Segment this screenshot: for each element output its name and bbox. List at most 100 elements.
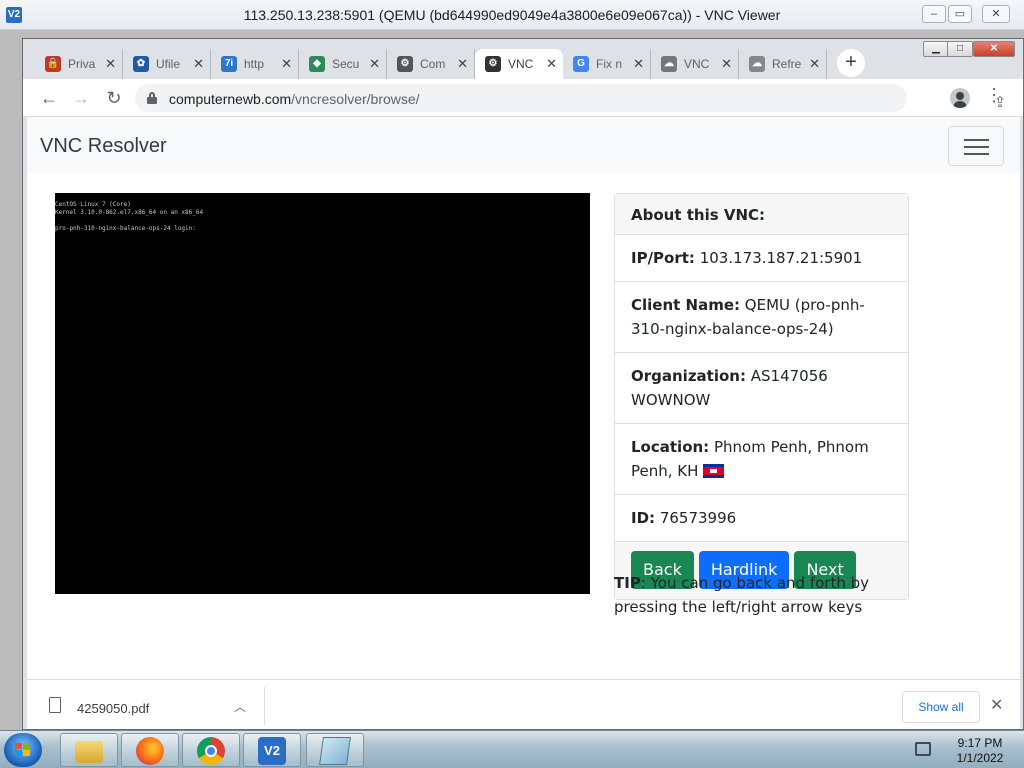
id-value: 76573996 xyxy=(659,509,737,527)
tab-close-icon[interactable]: ✕ xyxy=(457,56,468,72)
ip-port-label: IP/Port: xyxy=(631,249,695,267)
firefox-icon xyxy=(136,737,164,765)
clock-time[interactable]: 9:17 PM xyxy=(940,736,1020,750)
tab-label: Com xyxy=(420,57,446,71)
chevron-up-icon[interactable]: ︿ xyxy=(234,698,246,715)
card-header: About this VNC: xyxy=(615,194,908,235)
site-brand[interactable]: VNC Resolver xyxy=(40,135,167,158)
tab-7[interactable]: ☁ VNC ✕ xyxy=(651,49,739,79)
site-navbar: VNC Resolver xyxy=(27,117,1020,173)
terminal-line: Kernel 3.10.0-862.el7.x86_64 on an x86_6… xyxy=(55,209,204,216)
taskbar-chrome[interactable] xyxy=(182,733,240,767)
new-tab-button[interactable]: + xyxy=(837,49,865,77)
chrome-close-icon[interactable]: ✕ xyxy=(973,41,1015,57)
tip-text: TIP: You can go back and forth by pressi… xyxy=(614,571,914,619)
organization-label: Organization: xyxy=(631,367,746,385)
tab-label: Secu xyxy=(332,57,360,71)
web-page: VNC Resolver CentOS Linux 7 (Core) Kernel… xyxy=(27,117,1020,679)
chrome-maximize-icon[interactable]: □ xyxy=(947,41,973,57)
cloud-icon: ☁ xyxy=(661,56,677,72)
tab-label: Refre xyxy=(772,57,802,71)
tab-4[interactable]: ⚙ Com ✕ xyxy=(387,49,475,79)
notepad-icon xyxy=(319,737,351,765)
maximize-icon[interactable]: ▭ xyxy=(948,5,972,23)
clock-date[interactable]: 1/1/2022 xyxy=(940,751,1020,765)
kebab-menu-icon[interactable]: ⋮ xyxy=(984,86,1004,104)
divider xyxy=(264,687,265,725)
tab-0[interactable]: 🔒 Priva ✕ xyxy=(35,49,123,79)
tab-6[interactable]: G Fix n ✕ xyxy=(563,49,651,79)
vnc-viewer-titlebar: V2 113.250.13.238:5901 (QEMU (bd644990ed… xyxy=(0,0,1024,30)
vnc-resolver-icon: ⚙ xyxy=(397,56,413,72)
tab-label: Ufile xyxy=(156,57,181,71)
client-name-item: Client Name: QEMU (pro-pnh-310-nginx-bal… xyxy=(615,282,908,353)
seven-i-icon: 7i xyxy=(221,56,237,72)
cloud-icon: ☁ xyxy=(749,56,765,72)
vnc-info-card: About this VNC: IP/Port: 103.173.187.21:… xyxy=(614,193,909,600)
show-all-button[interactable]: Show all xyxy=(902,691,980,723)
chrome-window: ▁ □ ✕ 🔒 Priva ✕ ✿ Ufile ✕ 7i http ✕ ◆ Secu ✕ ⚙ Com ✕ ⚙ V… xyxy=(22,38,1024,730)
shield-icon: ◆ xyxy=(309,56,325,72)
browser-toolbar: ← → ↻ computernewb.com/vncresolver/brows… xyxy=(23,79,1023,117)
tab-strip: 🔒 Priva ✕ ✿ Ufile ✕ 7i http ✕ ◆ Secu ✕ ⚙ Com ✕ ⚙ VNC ✕ G Fi… xyxy=(35,47,827,79)
tab-close-icon[interactable]: ✕ xyxy=(546,56,557,72)
start-button[interactable] xyxy=(4,733,42,767)
tab-5[interactable]: ⚙ VNC ✕ xyxy=(475,49,563,79)
tab-close-icon[interactable]: ✕ xyxy=(193,56,204,72)
tab-8[interactable]: ☁ Refre ✕ xyxy=(739,49,827,79)
id-item: ID: 76573996 xyxy=(615,495,908,542)
vnc-resolver-icon: ⚙ xyxy=(485,56,501,72)
hamburger-menu-icon[interactable] xyxy=(948,126,1004,166)
windows-logo-icon xyxy=(15,743,31,757)
url-path: /vncresolver/browse/ xyxy=(291,91,420,107)
tab-close-icon[interactable]: ✕ xyxy=(809,56,820,72)
terminal-text: CentOS Linux 7 (Core) Kernel 3.10.0-862.e… xyxy=(55,201,203,233)
tab-label: Priva xyxy=(68,57,96,71)
vnc-viewer-icon: V2 xyxy=(258,737,286,765)
download-filename[interactable]: 4259050.pdf xyxy=(77,701,149,716)
vnc-viewer-title: 113.250.13.238:5901 (QEMU (bd644990ed904… xyxy=(243,7,781,23)
client-name-label: Client Name: xyxy=(631,296,741,314)
close-icon[interactable]: ✕ xyxy=(982,5,1010,23)
tab-label: VNC xyxy=(684,57,710,71)
explorer-icon xyxy=(75,741,103,763)
forward-arrow-icon[interactable]: → xyxy=(70,87,92,109)
reload-icon[interactable]: ↻ xyxy=(103,87,125,109)
chrome-minimize-icon[interactable]: ▁ xyxy=(923,41,949,57)
taskbar-vnc-viewer[interactable]: V2 xyxy=(243,733,301,767)
organization-item: Organization: AS147056 WOWNOW xyxy=(615,353,908,424)
url-text[interactable]: computernewb.com/vncresolver/browse/ xyxy=(169,91,420,107)
location-label: Location: xyxy=(631,438,710,456)
google-icon: G xyxy=(573,56,589,72)
cambodia-flag-icon xyxy=(703,464,725,478)
tab-close-icon[interactable]: ✕ xyxy=(281,56,292,72)
tab-label: Fix n xyxy=(596,57,623,71)
tip-body: : You can go back and forth by pressing … xyxy=(614,574,870,616)
taskbar-explorer[interactable] xyxy=(60,733,118,767)
tab-2[interactable]: 7i http ✕ xyxy=(211,49,299,79)
taskbar-notepad[interactable] xyxy=(306,733,364,767)
location-item: Location: Phnom Penh, Phnom Penh, KH xyxy=(615,424,908,495)
ufile-icon: ✿ xyxy=(133,56,149,72)
tab-close-icon[interactable]: ✕ xyxy=(369,56,380,72)
back-arrow-icon[interactable]: ← xyxy=(38,87,60,109)
tab-close-icon[interactable]: ✕ xyxy=(721,56,732,72)
download-shelf: 4259050.pdf ︿ Show all ✕ xyxy=(27,679,1020,729)
profile-avatar-icon[interactable] xyxy=(950,88,970,108)
tip-label: TIP xyxy=(614,574,641,592)
tab-close-icon[interactable]: ✕ xyxy=(105,56,116,72)
taskbar-firefox[interactable] xyxy=(121,733,179,767)
lock-icon[interactable] xyxy=(147,92,157,104)
file-icon[interactable] xyxy=(49,697,61,713)
terminal-line: CentOS Linux 7 (Core) xyxy=(55,201,131,208)
vnc-screenshot[interactable]: CentOS Linux 7 (Core) Kernel 3.10.0-862.e… xyxy=(55,193,590,594)
tab-3[interactable]: ◆ Secu ✕ xyxy=(299,49,387,79)
tab-label: VNC xyxy=(508,57,534,71)
tab-close-icon[interactable]: ✕ xyxy=(633,56,644,72)
network-icon[interactable] xyxy=(915,742,931,756)
tab-1[interactable]: ✿ Ufile ✕ xyxy=(123,49,211,79)
address-bar[interactable]: computernewb.com/vncresolver/browse/ ⇪ ☆ xyxy=(135,84,1006,112)
close-icon[interactable]: ✕ xyxy=(990,695,1003,715)
minimize-icon[interactable]: – xyxy=(922,5,946,23)
